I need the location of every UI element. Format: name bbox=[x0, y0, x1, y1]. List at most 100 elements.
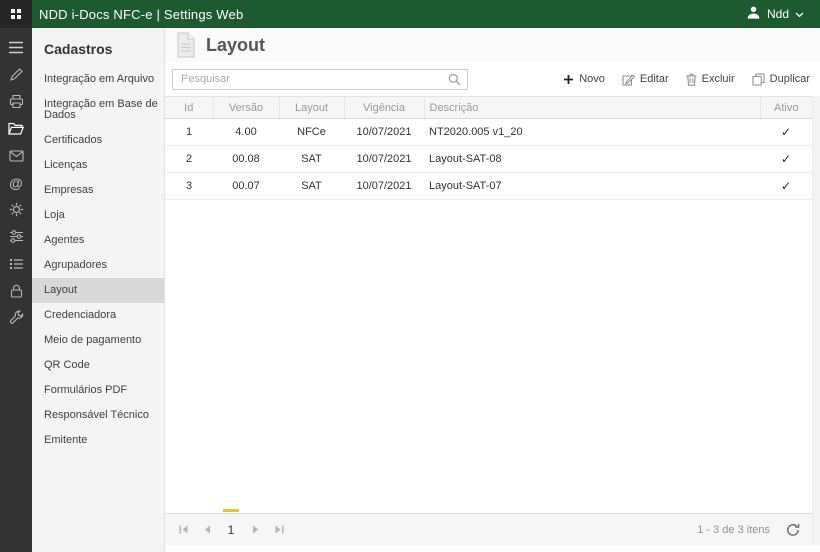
sidebar-item-integracao-base-dados[interactable]: Integração em Base de Dados bbox=[32, 92, 164, 128]
main-content: Layout Novo Editar Exc bbox=[165, 28, 820, 552]
cell-descricao: NT2020.005 v1_20 bbox=[424, 118, 760, 146]
table-row[interactable]: 2 00.08 SAT 10/07/2021 Layout-SAT-08 ✓ bbox=[165, 145, 812, 173]
vertical-scrollbar[interactable] bbox=[812, 96, 820, 545]
prev-page-icon bbox=[204, 525, 210, 534]
toolbar: Novo Editar Excluir Duplicar bbox=[165, 62, 820, 96]
col-header-layout[interactable]: Layout bbox=[278, 96, 344, 119]
refresh-button[interactable] bbox=[786, 523, 800, 537]
ativo-check-icon: ✓ bbox=[760, 118, 812, 146]
nav-at-icon[interactable]: @ bbox=[0, 169, 32, 196]
layout-grid: Id Versão Layout Vigência Descrição Ativ… bbox=[165, 96, 812, 200]
cell-vigencia: 10/07/2021 bbox=[344, 172, 424, 200]
duplicar-button[interactable]: Duplicar bbox=[752, 73, 810, 86]
gear-icon bbox=[9, 202, 23, 217]
icon-rail: @ bbox=[0, 28, 32, 552]
search-input[interactable] bbox=[172, 68, 468, 90]
last-page-button[interactable] bbox=[267, 518, 291, 542]
col-header-descricao[interactable]: Descrição bbox=[423, 96, 760, 119]
table-row[interactable]: 3 00.07 SAT 10/07/2021 Layout-SAT-07 ✓ bbox=[165, 172, 812, 200]
menu-toggle-button[interactable] bbox=[0, 34, 32, 61]
sidebar-list: Integração em Arquivo Integração em Base… bbox=[32, 67, 164, 453]
prev-page-button[interactable] bbox=[195, 518, 219, 542]
cell-descricao: Layout-SAT-08 bbox=[424, 145, 760, 173]
novo-label: Novo bbox=[579, 73, 605, 85]
sidebar-item-formularios-pdf[interactable]: Formulários PDF bbox=[32, 378, 164, 403]
refresh-icon bbox=[787, 523, 800, 536]
novo-button[interactable]: Novo bbox=[563, 73, 605, 85]
ativo-check-icon: ✓ bbox=[760, 172, 812, 200]
page-header: Layout bbox=[165, 28, 820, 62]
nav-printer-icon[interactable] bbox=[0, 88, 32, 115]
sidebar-item-agrupadores[interactable]: Agrupadores bbox=[32, 253, 164, 278]
sidebar-item-empresas[interactable]: Empresas bbox=[32, 178, 164, 203]
pager-info: 1 - 3 de 3 itens bbox=[697, 523, 770, 536]
plus-icon bbox=[564, 74, 574, 84]
cell-id: 2 bbox=[165, 145, 213, 173]
sidebar-item-layout[interactable]: Layout bbox=[32, 278, 164, 303]
sidebar-title: Cadastros bbox=[44, 41, 113, 57]
next-page-icon bbox=[252, 525, 258, 534]
cadastros-sidebar: Cadastros Integração em Arquivo Integraç… bbox=[32, 28, 165, 552]
sidebar-item-meio-pagamento[interactable]: Meio de pagamento bbox=[32, 328, 164, 353]
page-indicator bbox=[223, 509, 239, 512]
col-header-id[interactable]: Id bbox=[165, 96, 213, 119]
col-header-versao[interactable]: Versão bbox=[212, 96, 279, 119]
first-page-button[interactable] bbox=[171, 518, 195, 542]
lock-icon bbox=[10, 284, 22, 298]
cell-versao: 00.07 bbox=[213, 172, 279, 200]
cell-layout: NFCe bbox=[279, 118, 344, 146]
first-page-icon bbox=[179, 525, 187, 534]
mail-icon bbox=[8, 149, 24, 162]
topbar: NDD i-Docs NFC-e | Settings Web Ndd bbox=[0, 0, 820, 28]
user-icon bbox=[746, 5, 761, 23]
copy-icon bbox=[752, 73, 765, 86]
sidebar-item-agentes[interactable]: Agentes bbox=[32, 228, 164, 253]
pager: 1 1 - 3 de 3 itens bbox=[165, 509, 812, 545]
page-title: Layout bbox=[206, 34, 266, 55]
edit-icon bbox=[622, 73, 635, 85]
user-name: Ndd bbox=[766, 7, 789, 21]
app-title: NDD i-Docs NFC-e | Settings Web bbox=[39, 6, 244, 22]
trash-icon bbox=[686, 73, 697, 86]
ativo-check-icon: ✓ bbox=[760, 145, 812, 173]
editar-label: Editar bbox=[639, 73, 669, 85]
sidebar-item-qr-code[interactable]: QR Code bbox=[32, 353, 164, 378]
table-row[interactable]: 1 4.00 NFCe 10/07/2021 NT2020.005 v1_20 … bbox=[165, 118, 812, 146]
cell-versao: 00.08 bbox=[213, 145, 279, 173]
search-box bbox=[172, 68, 468, 90]
editar-button[interactable]: Editar bbox=[622, 73, 669, 86]
list-icon bbox=[9, 258, 23, 269]
search-icon bbox=[448, 73, 461, 89]
nav-pen-icon[interactable] bbox=[0, 61, 32, 88]
sidebar-item-emitente[interactable]: Emitente bbox=[32, 428, 164, 453]
excluir-button[interactable]: Excluir bbox=[686, 73, 735, 86]
sidebar-item-integracao-arquivo[interactable]: Integração em Arquivo bbox=[32, 67, 164, 92]
cell-layout: SAT bbox=[279, 145, 344, 173]
nav-tools-icon[interactable] bbox=[0, 304, 32, 331]
nav-settings-icon[interactable] bbox=[0, 196, 32, 223]
nav-list-icon[interactable] bbox=[0, 250, 32, 277]
cell-layout: SAT bbox=[279, 172, 344, 200]
hamburger-icon bbox=[9, 41, 23, 54]
nav-mail-icon[interactable] bbox=[0, 142, 32, 169]
waffle-icon bbox=[11, 9, 21, 19]
folder-open-icon bbox=[8, 122, 24, 135]
chevron-down-icon bbox=[795, 7, 804, 21]
sidebar-item-responsavel-tecnico[interactable]: Responsável Técnico bbox=[32, 403, 164, 428]
sidebar-item-credenciadora[interactable]: Credenciadora bbox=[32, 303, 164, 328]
next-page-button[interactable] bbox=[243, 518, 267, 542]
col-header-ativo[interactable]: Ativo bbox=[759, 96, 812, 119]
nav-cadastros-folder-active[interactable] bbox=[0, 115, 32, 142]
user-menu[interactable]: Ndd bbox=[746, 5, 820, 23]
cell-id: 1 bbox=[165, 118, 213, 146]
nav-sliders-icon[interactable] bbox=[0, 223, 32, 250]
sidebar-item-loja[interactable]: Loja bbox=[32, 203, 164, 228]
sidebar-item-licencas[interactable]: Licenças bbox=[32, 153, 164, 178]
col-header-vigencia[interactable]: Vigência bbox=[343, 96, 424, 119]
sidebar-item-certificados[interactable]: Certificados bbox=[32, 128, 164, 153]
page-number-1[interactable]: 1 bbox=[219, 523, 243, 537]
duplicar-label: Duplicar bbox=[769, 73, 810, 85]
at-icon: @ bbox=[9, 174, 23, 191]
app-launcher-button[interactable] bbox=[0, 0, 32, 28]
nav-security-icon[interactable] bbox=[0, 277, 32, 304]
